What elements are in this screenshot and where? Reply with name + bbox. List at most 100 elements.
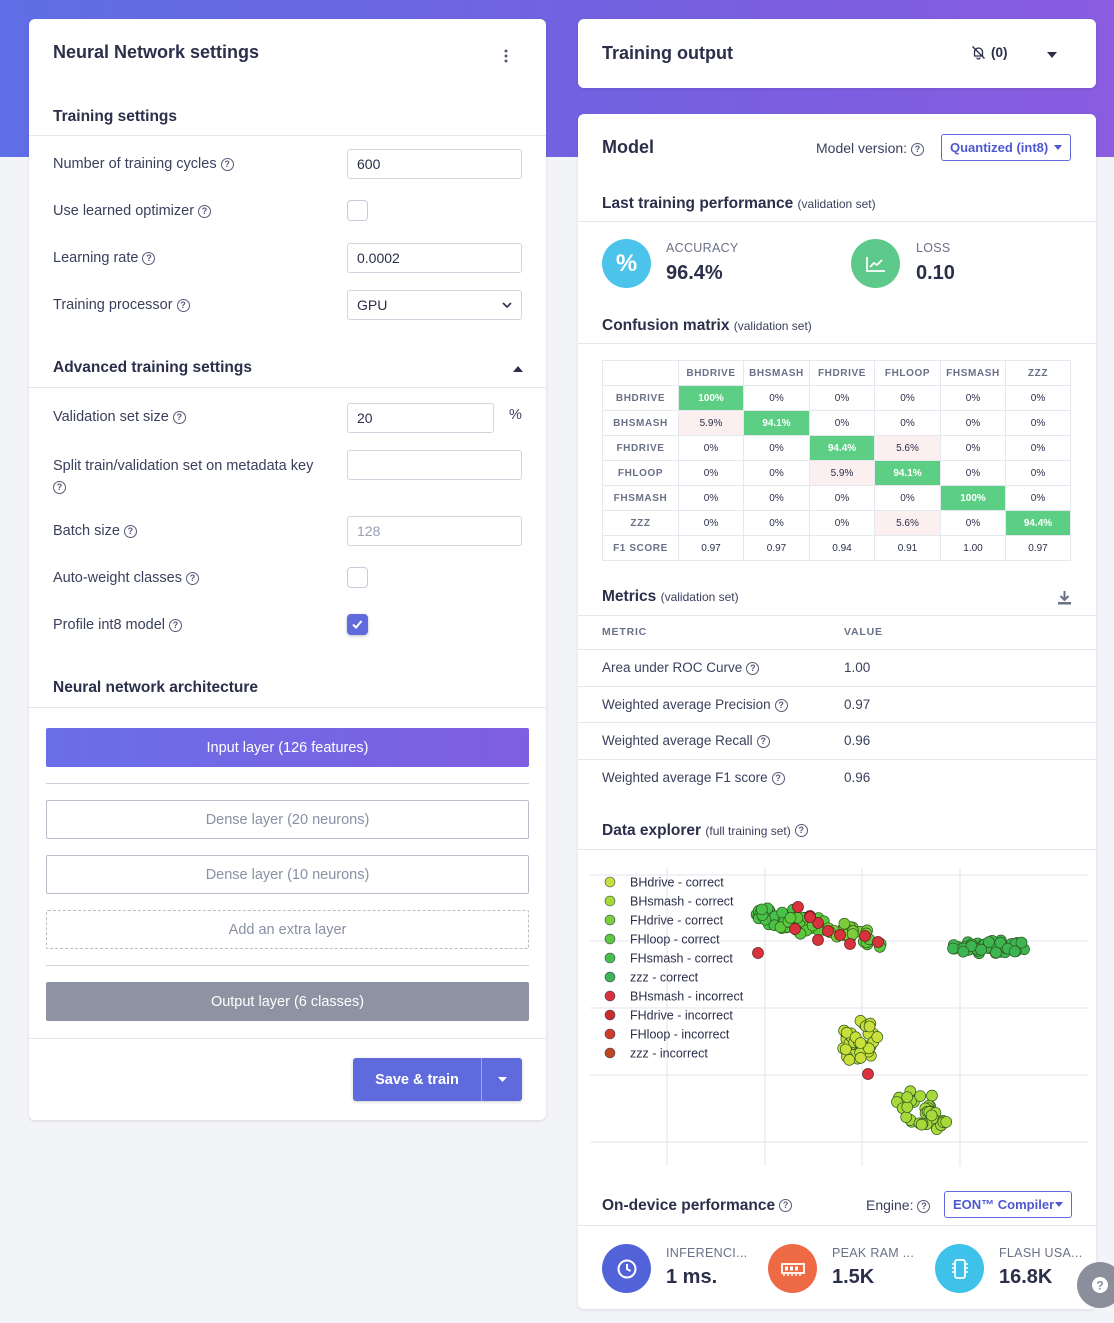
help-icon[interactable]: ?	[172, 410, 186, 424]
save-train-button[interactable]: Save & train	[353, 1058, 522, 1101]
help-icon[interactable]: ?	[771, 772, 785, 786]
more-menu-icon[interactable]	[503, 49, 509, 63]
learning-rate-label: Learning rate?	[53, 250, 156, 266]
scatter-point	[957, 945, 970, 958]
caret-down-icon	[497, 1077, 507, 1082]
scatter-point-incorrect	[812, 934, 824, 946]
help-icon[interactable]: ?	[185, 571, 199, 585]
help-icon[interactable]: ?	[220, 157, 234, 171]
legend-label: zzz - correct	[630, 971, 699, 985]
download-icon[interactable]	[1057, 590, 1072, 605]
scatter-point	[1008, 945, 1021, 958]
cm-cell: 0%	[940, 410, 1006, 436]
data-explorer-plot[interactable]: BHdrive - correct BHsmash - correct FHdriv…	[578, 850, 1096, 1168]
scatter-point	[871, 1031, 884, 1043]
clock-icon	[602, 1244, 651, 1293]
cm-cell: 0%	[1005, 460, 1071, 486]
scatter-point-incorrect	[804, 911, 816, 923]
dense-layer-2[interactable]: Dense layer (10 neurons)	[46, 855, 529, 894]
cm-cell: 0%	[743, 485, 810, 511]
legend-label: BHsmash - correct	[630, 895, 734, 909]
help-icon[interactable]: ?	[198, 204, 212, 218]
peak-ram-label: PEAK RAM ...	[832, 1246, 915, 1260]
help-icon[interactable]: ?	[169, 618, 183, 632]
cm-row-header: FHSMASH	[602, 485, 679, 511]
dense-layer-1[interactable]: Dense layer (20 neurons)	[46, 800, 529, 839]
cycles-input[interactable]: 600	[347, 149, 522, 179]
cm-f1-cell: 0.97	[743, 535, 810, 561]
val-size-input[interactable]: 20	[347, 403, 494, 433]
scatter-point	[854, 1037, 867, 1049]
legend-marker	[604, 895, 616, 907]
engine-dropdown[interactable]: EON™ Compiler	[944, 1191, 1072, 1218]
save-train-dropdown[interactable]	[482, 1058, 522, 1101]
notifications-toggle[interactable]: (0)	[971, 45, 1008, 60]
help-icon[interactable]: ?	[53, 480, 66, 494]
cm-row: FHDRIVE 0% 0% 94.4% 5.6% 0% 0%	[602, 435, 1071, 461]
cm-f1-cell: 1.00	[940, 535, 1006, 561]
cycles-label: Number of training cycles?	[53, 156, 234, 172]
cm-cell: 0%	[1005, 410, 1071, 436]
metric-name: Area under ROC Curve?	[602, 660, 760, 675]
scatter-point	[756, 903, 768, 916]
help-icon[interactable]: ?	[142, 251, 156, 265]
cm-row: BHDRIVE 100% 0% 0% 0% 0% 0%	[602, 385, 1071, 411]
cm-cell: 100%	[940, 485, 1006, 511]
ram-chip-icon	[768, 1244, 817, 1293]
batch-size-label: Batch size?	[53, 523, 137, 539]
help-icon[interactable]: ?	[774, 698, 788, 712]
cm-cell: 0%	[874, 485, 941, 511]
autoweight-checkbox[interactable]	[347, 567, 368, 588]
legend-marker	[604, 1047, 616, 1059]
caret-down-icon[interactable]	[1047, 52, 1057, 58]
help-icon[interactable]: ?	[779, 1199, 793, 1213]
cm-cell: 5.9%	[809, 460, 875, 486]
batch-size-input[interactable]: 128	[347, 516, 522, 546]
cm-cell: 94.4%	[1005, 510, 1071, 536]
add-layer-button[interactable]: Add an extra layer	[46, 910, 529, 949]
scatter-point	[784, 912, 797, 924]
divider	[46, 783, 529, 784]
divider	[578, 221, 1096, 222]
cm-cell: 0%	[1005, 385, 1071, 411]
inferencing-value: 1 ms.	[666, 1266, 718, 1288]
cm-cell: 0%	[1005, 485, 1071, 511]
processor-select[interactable]: GPU	[347, 290, 522, 320]
legend-label: FHloop - correct	[630, 933, 720, 947]
learning-rate-input[interactable]: 0.0002	[347, 243, 522, 273]
profile-int8-checkbox[interactable]	[347, 614, 368, 635]
split-input[interactable]	[347, 450, 522, 480]
model-card: Model Model version:? Quantized (int8) L…	[578, 114, 1096, 1309]
cm-row-header: BHSMASH	[602, 410, 679, 436]
scatter-point	[925, 1109, 938, 1122]
cm-col-header: FHDRIVE	[809, 360, 875, 386]
help-icon[interactable]: ?	[794, 824, 808, 838]
help-icon[interactable]: ?	[123, 524, 137, 538]
metrics-heading: Metrics (validation set)	[602, 588, 739, 605]
help-icon[interactable]: ?	[746, 661, 760, 675]
output-layer[interactable]: Output layer (6 classes)	[46, 982, 529, 1021]
scatter-point	[839, 1043, 852, 1056]
loss-value: 0.10	[916, 262, 955, 284]
input-layer[interactable]: Input layer (126 features)	[46, 728, 529, 767]
cm-cell: 94.1%	[874, 460, 941, 486]
architecture-heading: Neural network architecture	[53, 679, 259, 696]
help-icon[interactable]: ?	[756, 735, 770, 749]
legend-marker	[604, 990, 616, 1002]
cm-cell: 0%	[940, 385, 1006, 411]
help-icon[interactable]: ?	[911, 142, 925, 156]
model-version-dropdown[interactable]: Quantized (int8)	[941, 134, 1071, 161]
loss-label: LOSS	[916, 241, 951, 255]
help-icon[interactable]: ?	[917, 1199, 931, 1213]
cm-cell: 0%	[809, 510, 875, 536]
processor-label: Training processor?	[53, 297, 190, 313]
collapse-caret-icon[interactable]	[513, 366, 523, 372]
help-icon[interactable]: ?	[176, 298, 190, 312]
caret-down-icon	[1054, 145, 1062, 150]
divider	[29, 707, 546, 708]
last-perf-heading: Last training performance (validation se…	[602, 195, 876, 212]
scatter-point-incorrect	[859, 930, 871, 942]
optimizer-checkbox[interactable]	[347, 200, 368, 221]
nn-settings-title: Neural Network settings	[53, 42, 260, 62]
scatter-point	[901, 1091, 914, 1104]
